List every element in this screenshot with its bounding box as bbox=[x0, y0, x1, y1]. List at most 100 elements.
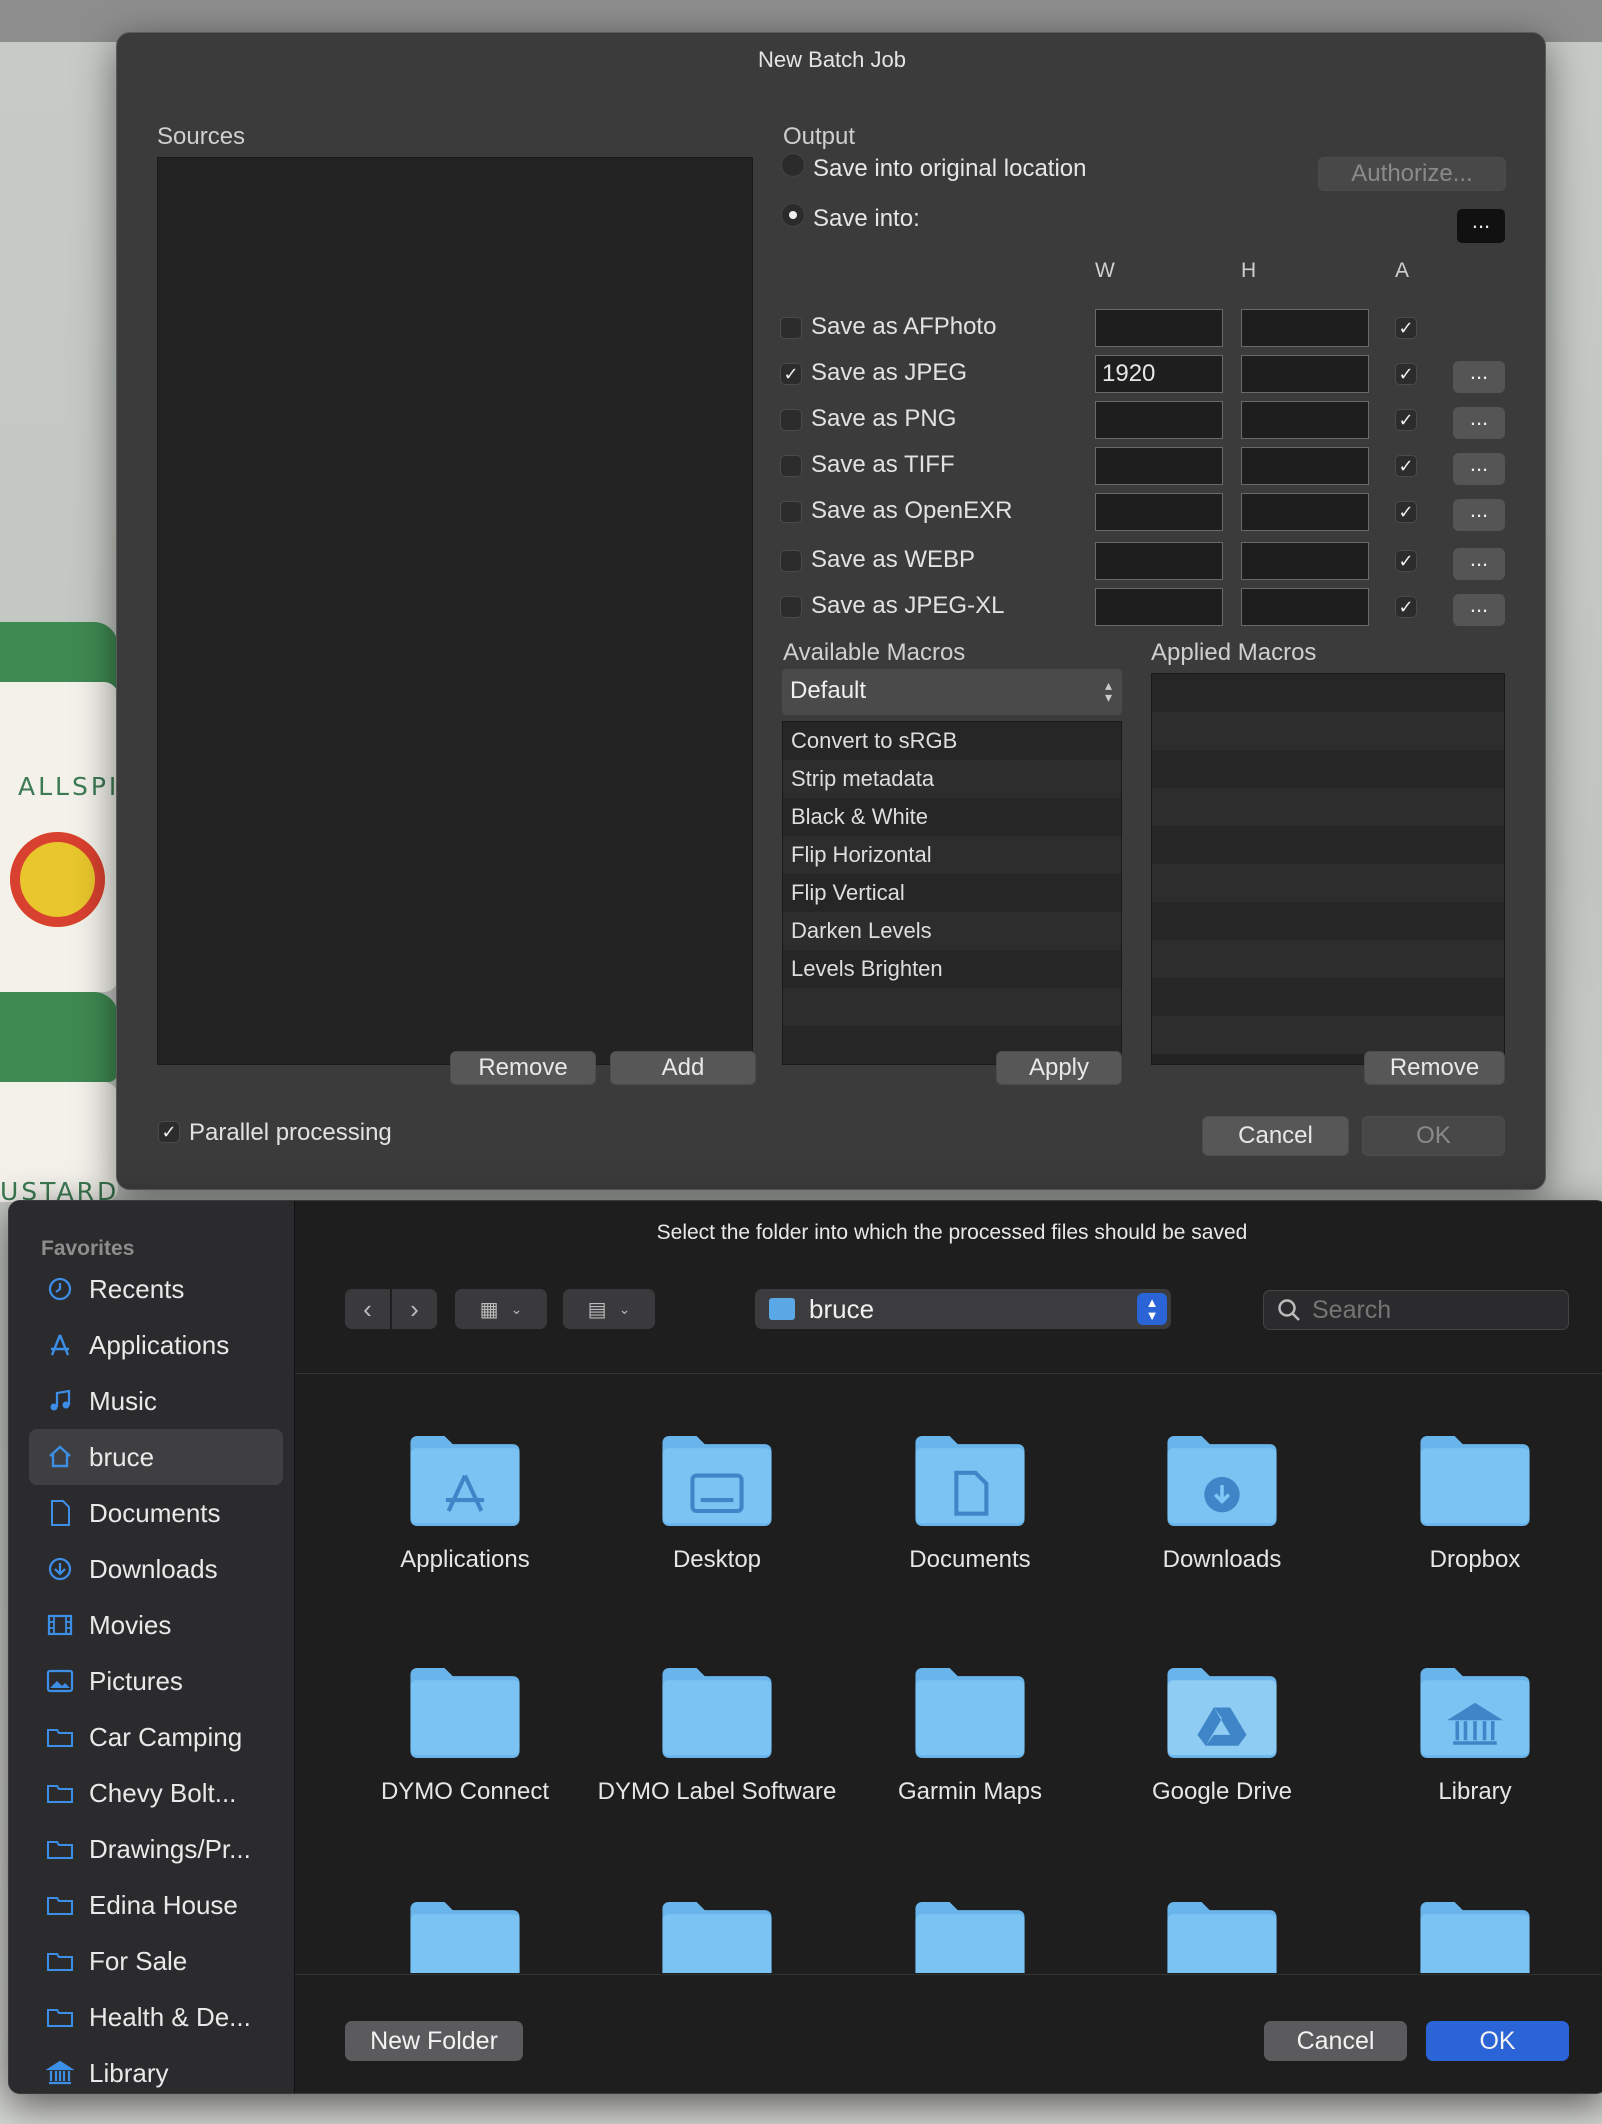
sidebar-item-health-de[interactable]: Health & De... bbox=[29, 1989, 283, 2045]
save-original-radio[interactable] bbox=[781, 153, 805, 177]
folder-item-partial[interactable] bbox=[345, 1897, 585, 1973]
folder-item[interactable]: Documents bbox=[850, 1431, 1090, 1576]
aspect-checkbox[interactable]: ✓ bbox=[1395, 317, 1417, 339]
aspect-checkbox[interactable]: ✓ bbox=[1395, 501, 1417, 523]
macro-item[interactable]: Flip Horizontal bbox=[783, 836, 1121, 874]
height-field[interactable] bbox=[1241, 401, 1369, 439]
folder-icon bbox=[1102, 1663, 1342, 1768]
macro-item[interactable]: Convert to sRGB bbox=[783, 722, 1121, 760]
width-field[interactable] bbox=[1095, 447, 1223, 485]
format-options-button[interactable]: ... bbox=[1453, 499, 1505, 531]
width-field[interactable] bbox=[1095, 493, 1223, 531]
spice-jar: ALLSPIC bbox=[0, 682, 137, 992]
sidebar-item-edina-house[interactable]: Edina House bbox=[29, 1877, 283, 1933]
height-field[interactable] bbox=[1241, 493, 1369, 531]
format-checkbox[interactable] bbox=[780, 596, 802, 618]
format-options-button[interactable]: ... bbox=[1453, 361, 1505, 393]
width-field[interactable] bbox=[1095, 355, 1223, 393]
macro-item[interactable]: Black & White bbox=[783, 798, 1121, 836]
folder-icon bbox=[1355, 1431, 1595, 1536]
macro-item[interactable]: Darken Levels bbox=[783, 912, 1121, 950]
browse-folder-button[interactable]: ... bbox=[1457, 209, 1505, 243]
width-field[interactable] bbox=[1095, 542, 1223, 580]
aspect-checkbox[interactable]: ✓ bbox=[1395, 455, 1417, 477]
format-checkbox[interactable]: ✓ bbox=[780, 363, 802, 385]
save-into-label: Save into: bbox=[813, 205, 920, 232]
folder-item[interactable]: Google Drive bbox=[1102, 1663, 1342, 1808]
macro-category-select[interactable]: Default ▴ ▾ bbox=[782, 669, 1122, 715]
back-button[interactable]: ‹ bbox=[345, 1289, 390, 1329]
width-field[interactable] bbox=[1095, 588, 1223, 626]
folder-item[interactable]: Desktop bbox=[597, 1431, 837, 1576]
panel-cancel-button[interactable]: Cancel bbox=[1264, 2021, 1407, 2061]
aspect-checkbox[interactable]: ✓ bbox=[1395, 363, 1417, 385]
aspect-checkbox[interactable]: ✓ bbox=[1395, 550, 1417, 572]
apply-macro-button[interactable]: Apply bbox=[996, 1051, 1122, 1085]
applied-macros-list[interactable] bbox=[1151, 673, 1505, 1065]
folder-item-partial[interactable] bbox=[1355, 1897, 1595, 1973]
macro-item[interactable]: Strip metadata bbox=[783, 760, 1121, 798]
cancel-button[interactable]: Cancel bbox=[1202, 1116, 1349, 1156]
aspect-checkbox[interactable]: ✓ bbox=[1395, 409, 1417, 431]
sidebar-item-label: Movies bbox=[89, 1609, 172, 1640]
format-options-button[interactable]: ... bbox=[1453, 407, 1505, 439]
format-checkbox[interactable] bbox=[780, 409, 802, 431]
new-folder-button[interactable]: New Folder bbox=[345, 2021, 523, 2061]
sidebar-item-movies[interactable]: Movies bbox=[29, 1597, 283, 1653]
sidebar-item-applications[interactable]: Applications bbox=[29, 1317, 283, 1373]
parallel-processing-checkbox[interactable]: ✓ bbox=[158, 1121, 180, 1143]
sidebar-item-downloads[interactable]: Downloads bbox=[29, 1541, 283, 1597]
height-field[interactable] bbox=[1241, 447, 1369, 485]
height-field[interactable] bbox=[1241, 588, 1369, 626]
ok-button[interactable]: OK bbox=[1362, 1116, 1505, 1156]
sidebar-item-for-sale[interactable]: For Sale bbox=[29, 1933, 283, 1989]
save-into-radio[interactable] bbox=[781, 203, 805, 227]
remove-macro-button[interactable]: Remove bbox=[1364, 1051, 1505, 1085]
height-field[interactable] bbox=[1241, 542, 1369, 580]
format-checkbox[interactable] bbox=[780, 455, 802, 477]
folder-item-partial[interactable] bbox=[850, 1897, 1090, 1973]
view-mode-button[interactable]: ▦ ⌄ bbox=[455, 1289, 547, 1329]
sidebar-item-pictures[interactable]: Pictures bbox=[29, 1653, 283, 1709]
panel-ok-button[interactable]: OK bbox=[1426, 2021, 1569, 2061]
format-checkbox[interactable] bbox=[780, 501, 802, 523]
sidebar-item-documents[interactable]: Documents bbox=[29, 1485, 283, 1541]
folder-item[interactable]: DYMO Label Software bbox=[597, 1663, 837, 1808]
aspect-checkbox[interactable]: ✓ bbox=[1395, 596, 1417, 618]
sidebar-item-car-camping[interactable]: Car Camping bbox=[29, 1709, 283, 1765]
folder-item[interactable]: Downloads bbox=[1102, 1431, 1342, 1576]
remove-source-button[interactable]: Remove bbox=[450, 1051, 596, 1085]
folder-item[interactable]: DYMO Connect bbox=[345, 1663, 585, 1808]
sources-list[interactable] bbox=[157, 157, 753, 1065]
add-source-button[interactable]: Add bbox=[610, 1051, 756, 1085]
folder-item[interactable]: Applications bbox=[345, 1431, 585, 1576]
location-popup[interactable]: bruce ▲ ▼ bbox=[755, 1289, 1171, 1329]
macro-item[interactable]: Levels Brighten bbox=[783, 950, 1121, 988]
folder-item[interactable]: Library bbox=[1355, 1663, 1595, 1808]
folder-item[interactable]: Garmin Maps bbox=[850, 1663, 1090, 1808]
macro-item[interactable]: Flip Vertical bbox=[783, 874, 1121, 912]
height-field[interactable] bbox=[1241, 309, 1369, 347]
sidebar-item-chevy-bolt[interactable]: Chevy Bolt... bbox=[29, 1765, 283, 1821]
search-field[interactable] bbox=[1263, 1290, 1569, 1330]
folder-item-partial[interactable] bbox=[597, 1897, 837, 1973]
sidebar-item-drawings-pr[interactable]: Drawings/Pr... bbox=[29, 1821, 283, 1877]
format-checkbox[interactable] bbox=[780, 317, 802, 339]
height-field[interactable] bbox=[1241, 355, 1369, 393]
format-options-button[interactable]: ... bbox=[1453, 548, 1505, 580]
sidebar-item-bruce[interactable]: bruce bbox=[29, 1429, 283, 1485]
folder-item[interactable]: Dropbox bbox=[1355, 1431, 1595, 1576]
format-options-button[interactable]: ... bbox=[1453, 453, 1505, 485]
sidebar-item-recents[interactable]: Recents bbox=[29, 1261, 283, 1317]
format-checkbox[interactable] bbox=[780, 550, 802, 572]
width-field[interactable] bbox=[1095, 309, 1223, 347]
search-input[interactable] bbox=[1312, 1295, 1552, 1325]
sidebar-item-library[interactable]: Library bbox=[29, 2045, 283, 2093]
folder-item-partial[interactable] bbox=[1102, 1897, 1342, 1973]
format-options-button[interactable]: ... bbox=[1453, 594, 1505, 626]
authorize-button[interactable]: Authorize... bbox=[1318, 157, 1506, 191]
group-by-button[interactable]: ▤ ⌄ bbox=[563, 1289, 655, 1329]
sidebar-item-music[interactable]: Music bbox=[29, 1373, 283, 1429]
forward-button[interactable]: › bbox=[392, 1289, 437, 1329]
width-field[interactable] bbox=[1095, 401, 1223, 439]
